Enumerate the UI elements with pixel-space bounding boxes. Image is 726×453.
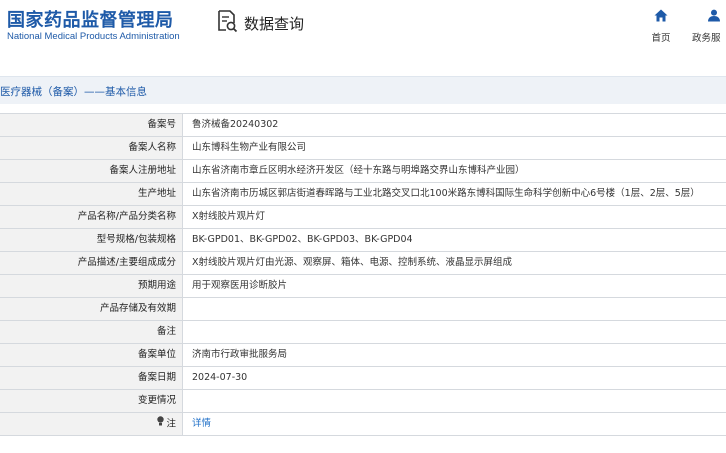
field-label: 产品名称/产品分类名称 bbox=[0, 206, 183, 228]
site-logo-cn[interactable]: 国家药品监督管理局 bbox=[7, 6, 174, 32]
table-row: 产品名称/产品分类名称 X射线胶片观片灯 bbox=[0, 206, 726, 229]
table-row: 生产地址 山东省济南市历城区郭店街道春晖路与工业北路交叉口北100米路东博科国际… bbox=[0, 183, 726, 206]
field-value: BK-GPD01、BK-GPD02、BK-GPD03、BK-GPD04 bbox=[192, 234, 413, 245]
field-value: X射线胶片观片灯 bbox=[192, 211, 266, 222]
table-row: 备案人名称 山东博科生物产业有限公司 bbox=[0, 137, 726, 160]
table-row: 型号规格/包装规格 BK-GPD01、BK-GPD02、BK-GPD03、BK-… bbox=[0, 229, 726, 252]
field-label: 备案单位 bbox=[0, 344, 183, 366]
field-label: 变更情况 bbox=[0, 390, 183, 412]
field-label: 备注 bbox=[0, 321, 183, 343]
table-row: 变更情况 bbox=[0, 390, 726, 413]
field-value bbox=[183, 321, 726, 343]
field-label: 备案日期 bbox=[0, 367, 183, 389]
site-logo-en[interactable]: National Medical Products Administration bbox=[7, 31, 180, 42]
breadcrumb: 医疗器械（备案）——基本信息 bbox=[0, 86, 147, 98]
note-label-text: 注 bbox=[166, 418, 176, 430]
field-label: 预期用途 bbox=[0, 275, 183, 297]
app-title-text: 数据查询 bbox=[244, 14, 305, 33]
field-value: X射线胶片观片灯由光源、观察屏、箱体、电源、控制系统、液晶显示屏组成 bbox=[192, 257, 513, 268]
table-row: 注 详情 bbox=[0, 413, 726, 436]
table-row: 产品描述/主要组成成分 X射线胶片观片灯由光源、观察屏、箱体、电源、控制系统、液… bbox=[0, 252, 726, 275]
field-label: 生产地址 bbox=[0, 183, 183, 205]
field-label: 产品存储及有效期 bbox=[0, 298, 183, 320]
site-header: 国家药品监督管理局 National Medical Products Admi… bbox=[0, 0, 726, 54]
field-label-note: 注 bbox=[0, 413, 183, 435]
table-row: 备案号 鲁济械备20240302 bbox=[0, 114, 726, 137]
data-query-icon bbox=[216, 9, 238, 37]
table-row: 备案人注册地址 山东省济南市章丘区明水经济开发区（经十东路与明埠路交界山东博科产… bbox=[0, 160, 726, 183]
field-label: 备案人名称 bbox=[0, 137, 183, 159]
data-query-title: 数据查询 bbox=[216, 9, 305, 37]
field-value: 山东省济南市历城区郭店街道春晖路与工业北路交叉口北100米路东博科国际生命科学创… bbox=[192, 188, 700, 199]
nav-home-label: 首页 bbox=[651, 33, 671, 44]
field-value: 2024-07-30 bbox=[192, 372, 248, 383]
user-icon bbox=[707, 7, 721, 26]
details-link[interactable]: 详情 bbox=[183, 413, 726, 435]
table-row: 备注 bbox=[0, 321, 726, 344]
field-value: 济南市行政审批服务局 bbox=[192, 349, 288, 360]
table-row: 备案单位 济南市行政审批服务局 bbox=[0, 344, 726, 367]
home-icon bbox=[654, 7, 668, 26]
nav-government-service[interactable]: 政务服 bbox=[692, 7, 726, 47]
info-bulb-icon bbox=[157, 413, 165, 435]
table-row: 产品存储及有效期 bbox=[0, 298, 726, 321]
field-value: 鲁济械备20240302 bbox=[192, 119, 279, 130]
field-label: 备案人注册地址 bbox=[0, 160, 183, 182]
field-value: 山东博科生物产业有限公司 bbox=[192, 142, 307, 153]
field-label: 型号规格/包装规格 bbox=[0, 229, 183, 251]
field-value bbox=[183, 390, 726, 412]
record-detail-table: 备案号 鲁济械备20240302 备案人名称 山东博科生物产业有限公司 备案人注… bbox=[0, 113, 726, 436]
field-value: 用于观察医用诊断胶片 bbox=[192, 280, 288, 291]
nav-home[interactable]: 首页 bbox=[639, 7, 683, 47]
field-value bbox=[183, 298, 726, 320]
field-label: 产品描述/主要组成成分 bbox=[0, 252, 183, 274]
table-row: 预期用途 用于观察医用诊断胶片 bbox=[0, 275, 726, 298]
breadcrumb-bar: 医疗器械（备案）——基本信息 bbox=[0, 76, 726, 104]
field-label: 备案号 bbox=[0, 114, 183, 136]
field-value: 山东省济南市章丘区明水经济开发区（经十东路与明埠路交界山东博科产业园） bbox=[192, 165, 525, 176]
table-row: 备案日期 2024-07-30 bbox=[0, 367, 726, 390]
nav-government-service-label: 政务服 bbox=[692, 33, 721, 44]
